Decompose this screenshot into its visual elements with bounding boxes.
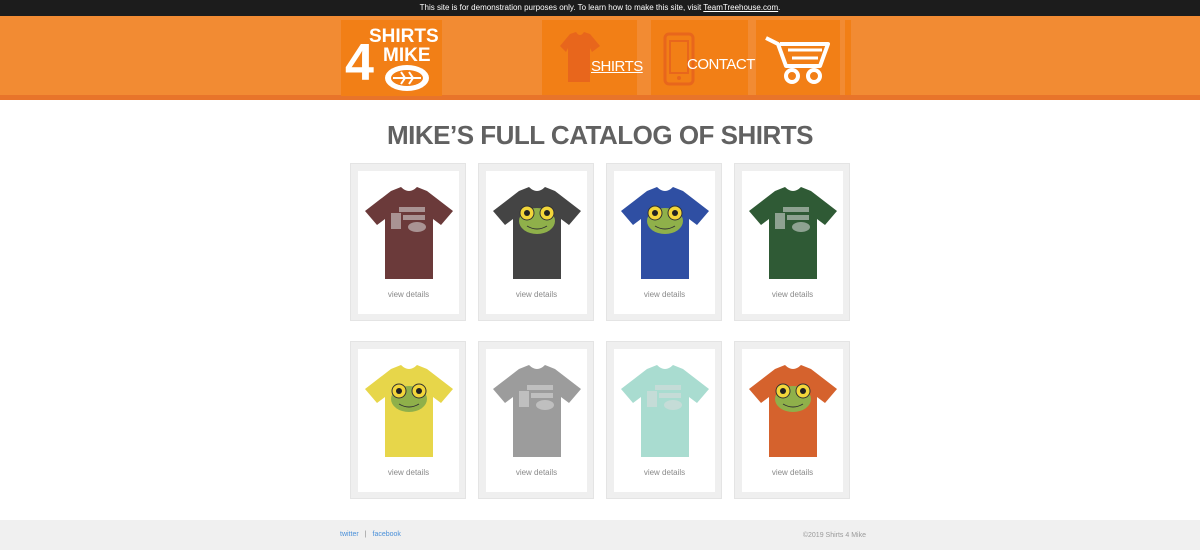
view-details-link[interactable]: view details xyxy=(614,290,715,299)
frog-face-graphic xyxy=(391,383,427,412)
nav-divider xyxy=(845,20,851,95)
product-card[interactable]: view details xyxy=(734,163,850,321)
frog-face-graphic xyxy=(775,383,811,412)
demo-notice-text: This site is for demonstration purposes … xyxy=(419,3,704,12)
frog-face-graphic xyxy=(647,205,683,234)
frog-face-graphic xyxy=(519,205,555,234)
treehouse-link[interactable]: TeamTreehouse.com xyxy=(703,3,778,12)
tshirt-body xyxy=(493,365,581,457)
facebook-link[interactable]: facebook xyxy=(373,531,401,538)
tshirt-image[interactable] xyxy=(361,183,457,283)
product-card-inner: view details xyxy=(358,349,459,492)
view-details-link[interactable]: view details xyxy=(614,468,715,477)
product-card-inner: view details xyxy=(358,171,459,314)
tshirt-body xyxy=(749,187,837,279)
social-links: twitter | facebook xyxy=(340,531,401,538)
copyright-text: ©2019 Shirts 4 Mike xyxy=(802,532,866,539)
site-footer: twitter | facebook ©2019 Shirts 4 Mike xyxy=(0,520,1200,550)
logo-word-mike: MIKE xyxy=(383,45,431,66)
tshirt-image[interactable] xyxy=(617,361,713,461)
view-details-link[interactable]: view details xyxy=(742,468,843,477)
tshirt-body xyxy=(365,187,453,279)
product-card[interactable]: view details xyxy=(606,163,722,321)
product-card[interactable]: view details xyxy=(478,341,594,499)
product-card[interactable]: view details xyxy=(350,341,466,499)
product-card[interactable]: view details xyxy=(734,341,850,499)
product-card[interactable]: view details xyxy=(606,341,722,499)
nav-shirts-label[interactable]: SHIRTS xyxy=(591,58,643,75)
logo-number: 4 xyxy=(345,34,374,92)
product-card[interactable]: view details xyxy=(478,163,594,321)
view-details-link[interactable]: view details xyxy=(486,468,587,477)
twitter-link[interactable]: twitter xyxy=(340,531,359,538)
tshirt-body xyxy=(621,365,709,457)
nav-cart[interactable] xyxy=(756,20,840,95)
cart-icon xyxy=(765,36,830,84)
tshirt-image[interactable] xyxy=(745,361,841,461)
tshirt-image[interactable] xyxy=(489,361,585,461)
nav-shirts[interactable]: SHIRTS xyxy=(542,20,643,95)
product-card-inner: view details xyxy=(614,349,715,492)
site-header: SHIRTS 4 MIKE SHIRTS CONTACT xyxy=(0,16,1200,100)
product-card-inner: view details xyxy=(486,171,587,314)
view-details-link[interactable]: view details xyxy=(486,290,587,299)
product-card-inner: view details xyxy=(742,171,843,314)
demo-notice-suffix: . xyxy=(778,3,781,12)
view-details-link[interactable]: view details xyxy=(358,290,459,299)
product-card-inner: view details xyxy=(614,171,715,314)
tshirt-image[interactable] xyxy=(361,361,457,461)
nav-contact[interactable]: CONTACT xyxy=(651,20,755,95)
social-separator: | xyxy=(364,531,367,538)
view-details-link[interactable]: view details xyxy=(358,468,459,477)
view-details-link[interactable]: view details xyxy=(742,290,843,299)
demo-notice-bar: This site is for demonstration purposes … xyxy=(0,0,1200,16)
tshirt-image[interactable] xyxy=(489,183,585,283)
shirts-4-mike-logo-icon: SHIRTS 4 MIKE xyxy=(345,26,439,92)
tshirt-image[interactable] xyxy=(745,183,841,283)
product-card-inner: view details xyxy=(486,349,587,492)
product-card[interactable]: view details xyxy=(350,163,466,321)
tshirt-image[interactable] xyxy=(617,183,713,283)
nav-contact-label[interactable]: CONTACT xyxy=(687,56,755,73)
page-title: MIKE’S FULL CATALOG OF SHIRTS xyxy=(386,120,814,150)
logo-word-shirts: SHIRTS xyxy=(369,26,439,47)
product-card-inner: view details xyxy=(742,349,843,492)
site-logo[interactable]: SHIRTS 4 MIKE xyxy=(341,20,442,96)
